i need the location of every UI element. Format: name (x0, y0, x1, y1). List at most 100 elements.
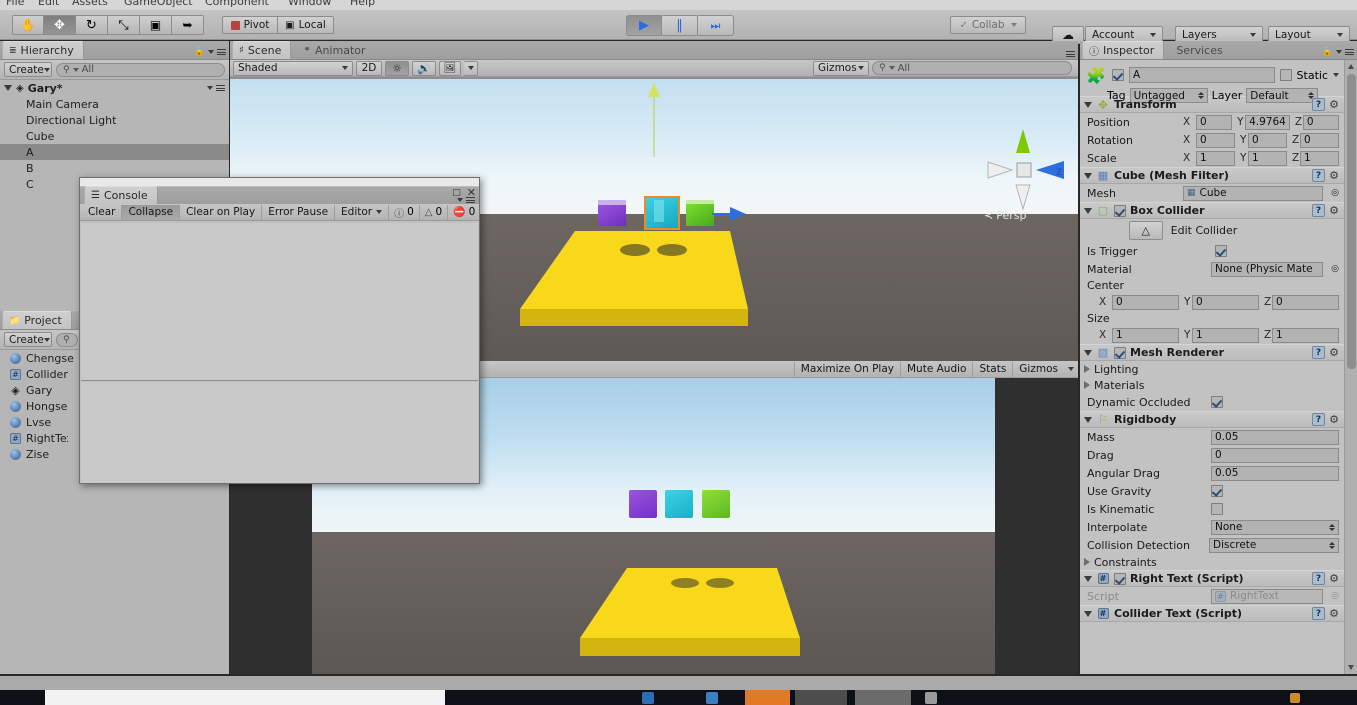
object-enabled-checkbox[interactable] (1112, 69, 1124, 81)
object-picker-icon[interactable]: ◎ (1331, 188, 1344, 198)
materials-foldout-row[interactable]: Materials (1080, 377, 1344, 393)
game-gizmos-button[interactable]: Gizmos (1013, 362, 1064, 377)
gear-icon[interactable]: ⚙ (1328, 572, 1340, 585)
scene-purple-cube[interactable] (598, 200, 626, 226)
drag-input[interactable]: 0 (1211, 447, 1339, 463)
scale-tool-button[interactable]: ⤡ (108, 15, 140, 35)
foldout-icon[interactable] (1084, 381, 1090, 389)
hierarchy-item-b[interactable]: B (0, 160, 229, 176)
size-z-input[interactable]: 1 (1272, 327, 1339, 343)
taskbar-app-icon-3[interactable] (745, 690, 790, 705)
console-error-count[interactable]: ⓘ 0 (389, 204, 420, 220)
transform-tool-button[interactable]: ➥ (172, 15, 204, 35)
gear-icon[interactable]: ⚙ (1328, 346, 1340, 359)
mesh-renderer-enabled-checkbox[interactable] (1114, 346, 1126, 359)
console-message-list[interactable] (81, 223, 478, 381)
taskbar-app-icon-1[interactable] (642, 692, 654, 704)
chevron-down-icon[interactable] (1333, 73, 1339, 77)
component-header-right-text-script[interactable]: # Right Text (Script) ? ⚙ (1080, 570, 1344, 587)
scale-y-input[interactable]: 1 (1248, 150, 1287, 166)
lighting-foldout-row[interactable]: Lighting (1080, 361, 1344, 377)
gear-icon[interactable]: ⚙ (1328, 169, 1340, 182)
stats-button[interactable]: Stats (973, 361, 1014, 377)
static-checkbox[interactable] (1279, 69, 1292, 81)
taskbar-app-icon-6[interactable] (925, 692, 937, 704)
scale-z-input[interactable]: 1 (1300, 150, 1339, 166)
right-text-enabled-checkbox[interactable] (1114, 572, 1126, 585)
gear-icon[interactable]: ⚙ (1328, 98, 1340, 111)
constraints-foldout-row[interactable]: Constraints (1080, 554, 1344, 570)
angular-drag-input[interactable]: 0.05 (1211, 465, 1339, 481)
help-icon[interactable]: ? (1312, 98, 1325, 111)
hierarchy-item-cube[interactable]: Cube (0, 128, 229, 144)
center-x-input[interactable]: 0 (1112, 294, 1179, 310)
use-gravity-checkbox[interactable] (1211, 485, 1223, 497)
object-picker-icon[interactable]: ◎ (1331, 264, 1344, 274)
scrollbar-thumb[interactable] (1347, 74, 1356, 369)
console-editor-dropdown[interactable]: Editor (335, 204, 390, 220)
game-gizmos-dropdown[interactable] (1064, 362, 1078, 377)
foldout-icon[interactable] (1084, 558, 1090, 566)
tab-hierarchy[interactable]: ≣ Hierarchy (2, 41, 84, 59)
foldout-icon[interactable] (1084, 207, 1092, 214)
menu-item-gameobject[interactable]: GameObject (124, 0, 193, 8)
scene-orientation-gizmo[interactable]: Z ≺ Persp (978, 127, 1068, 227)
move-tool-button[interactable]: ✥ (44, 15, 76, 35)
move-gizmo-x-arrow[interactable] (712, 201, 748, 227)
console-clear-on-play-button[interactable]: Clear on Play (180, 204, 263, 220)
layer-dropdown[interactable]: Default (1246, 88, 1319, 103)
interpolate-dropdown[interactable]: None (1211, 519, 1339, 535)
collision-detection-dropdown[interactable]: Discrete (1209, 537, 1339, 553)
chevron-down-icon[interactable] (457, 198, 463, 202)
scene-yellow-platform[interactable] (500, 231, 790, 351)
mass-input[interactable]: 0.05 (1211, 429, 1339, 445)
chevron-down-icon[interactable] (1336, 50, 1342, 54)
component-header-collider-text-script[interactable]: # Collider Text (Script) ? ⚙ (1080, 605, 1344, 622)
hierarchy-item-main-camera[interactable]: Main Camera (0, 96, 229, 112)
menu-item-help[interactable]: Help (350, 0, 375, 8)
scene-search-input[interactable]: ⚲ All (872, 61, 1072, 75)
scene-audio-toggle[interactable]: 🔊 (412, 60, 436, 76)
console-error-pause-button[interactable]: Error Pause (262, 204, 336, 220)
help-icon[interactable]: ? (1312, 572, 1325, 585)
menu-icon[interactable] (216, 85, 225, 91)
taskbar-app-icon-4[interactable] (795, 690, 847, 705)
rotate-tool-button[interactable]: ↻ (76, 15, 108, 35)
scroll-up-icon[interactable] (1348, 64, 1354, 69)
play-button[interactable]: ▶ (626, 15, 662, 36)
menu-icon[interactable] (466, 197, 475, 203)
size-x-input[interactable]: 1 (1112, 327, 1179, 343)
scene-fx-toggle[interactable]: 🖼 (439, 60, 461, 76)
hand-tool-button[interactable]: ✋ (12, 15, 44, 35)
console-detail-pane[interactable] (81, 382, 478, 483)
local-toggle-button[interactable]: ▣ Local (278, 16, 334, 34)
mesh-object-field[interactable]: ▦ Cube (1183, 185, 1324, 201)
chevron-down-icon[interactable] (207, 86, 213, 90)
tab-scene[interactable]: ♯ Scene (232, 41, 292, 59)
step-button[interactable]: ⏭ (698, 15, 734, 36)
scene-green-cube[interactable] (686, 200, 714, 226)
center-z-input[interactable]: 0 (1272, 294, 1339, 310)
taskbar-app-icon-5[interactable] (855, 690, 911, 705)
maximize-on-play-button[interactable]: Maximize On Play (793, 361, 901, 377)
gear-icon[interactable]: ⚙ (1328, 413, 1340, 426)
component-header-box-collider[interactable]: ▢ Box Collider ? ⚙ (1080, 202, 1344, 219)
project-search-input[interactable]: ⚲ (56, 332, 78, 347)
foldout-icon[interactable] (1084, 101, 1092, 108)
console-clear-button[interactable]: Clear (82, 204, 123, 220)
edit-collider-button[interactable]: △ (1128, 221, 1163, 240)
project-create-button[interactable]: Create (4, 332, 52, 347)
help-icon[interactable]: ? (1312, 607, 1325, 620)
scene-lighting-toggle[interactable]: ☼ (385, 60, 409, 76)
help-icon[interactable]: ? (1312, 169, 1325, 182)
rotation-z-input[interactable]: 0 (1300, 132, 1339, 148)
shading-mode-dropdown[interactable]: Shaded (233, 60, 353, 76)
collab-button[interactable]: ✓ Collab (950, 16, 1026, 34)
menu-item-edit[interactable]: Edit (38, 0, 59, 8)
chevron-down-icon[interactable] (208, 50, 214, 54)
position-y-input[interactable]: 4.9764 (1245, 114, 1290, 130)
foldout-icon[interactable] (4, 85, 12, 91)
help-icon[interactable]: ? (1312, 413, 1325, 426)
is-kinematic-checkbox[interactable] (1211, 503, 1223, 515)
foldout-icon[interactable] (1084, 349, 1092, 356)
